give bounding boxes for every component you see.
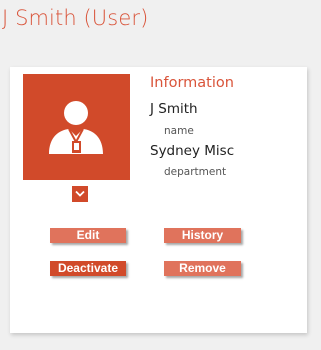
name-value: J Smith bbox=[150, 101, 198, 117]
department-value: Sydney Misc bbox=[150, 143, 235, 159]
edit-button[interactable]: Edit bbox=[50, 228, 126, 243]
department-label: department bbox=[164, 166, 227, 178]
avatar bbox=[23, 74, 130, 202]
chevron-down-icon bbox=[75, 190, 85, 197]
name-label: name bbox=[164, 125, 194, 137]
remove-button[interactable]: Remove bbox=[164, 261, 241, 276]
information-heading: Information bbox=[150, 75, 234, 91]
history-button[interactable]: History bbox=[164, 228, 241, 243]
user-icon bbox=[49, 101, 103, 154]
expand-toggle[interactable] bbox=[72, 186, 88, 202]
deactivate-button[interactable]: Deactivate bbox=[50, 261, 126, 276]
page-title: J Smith (User) bbox=[2, 6, 149, 30]
user-info-card: Information J Smith name Sydney Misc dep… bbox=[10, 67, 307, 333]
